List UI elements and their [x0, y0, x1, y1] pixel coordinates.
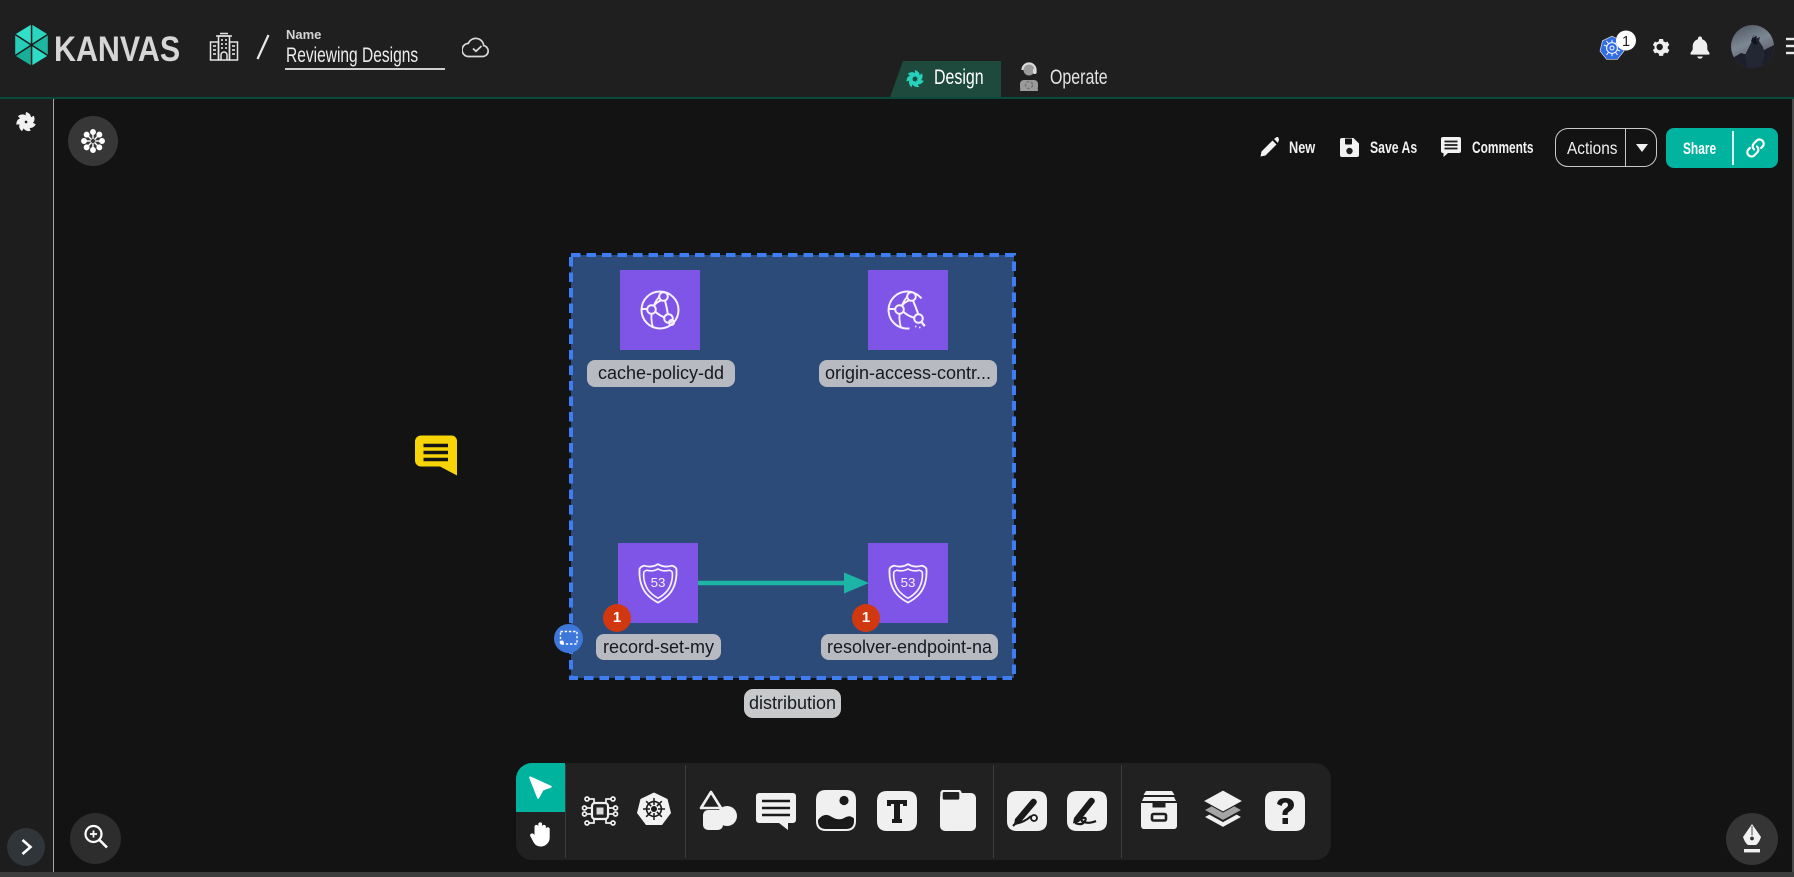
svg-text:1: 1	[1622, 34, 1630, 50]
svg-text:53: 53	[651, 575, 666, 590]
svg-text:53: 53	[901, 575, 916, 590]
